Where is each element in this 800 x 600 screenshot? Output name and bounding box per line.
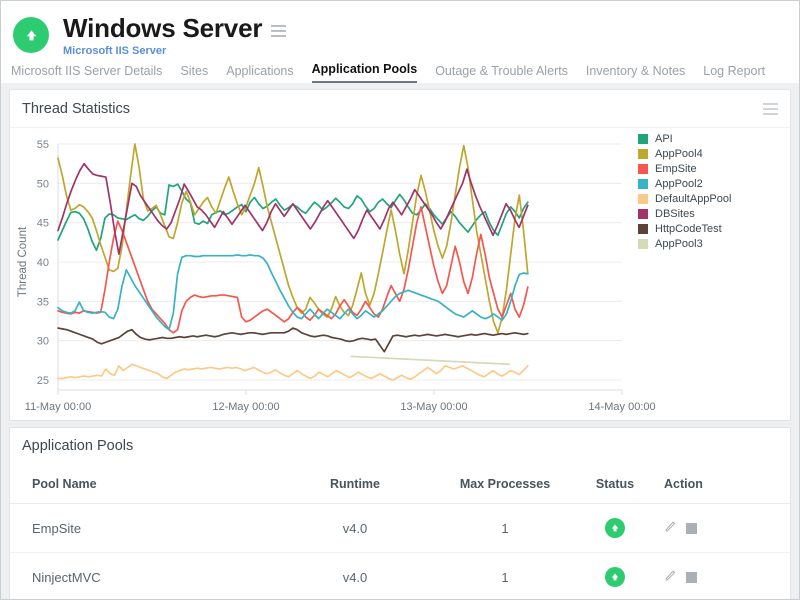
- cell-status: [580, 553, 650, 600]
- pencil-icon[interactable]: [664, 520, 677, 536]
- series-line-apppool4: [58, 144, 528, 333]
- legend-item-dbsites[interactable]: DBSites: [638, 206, 731, 221]
- tab-microsoft-iis-server-details[interactable]: Microsoft IIS Server Details: [11, 64, 162, 83]
- thread-statistics-chart: 25 30 35 40 45 50 55 Thread Count 11-May 00:00 12…: [10, 128, 790, 420]
- chart-legend: API AppPool4 EmpSite AppPool2 DefaultAppPool…: [638, 131, 731, 251]
- panel-title-application-pools: Application Pools: [22, 438, 133, 454]
- legend-label: API: [655, 133, 673, 145]
- app-window: Windows Server Microsoft IIS Server Micr…: [0, 0, 800, 600]
- application-pools-table: Pool Name Runtime Max Processes Status A…: [10, 463, 790, 600]
- legend-item-httpcodetest[interactable]: HttpCodeTest: [638, 221, 731, 236]
- cell-max-processes: 1: [430, 553, 580, 600]
- tab-bar: Microsoft IIS Server Details Sites Appli…: [1, 57, 799, 83]
- stop-square-icon[interactable]: [686, 523, 697, 534]
- cell-runtime: v4.0: [280, 504, 430, 553]
- legend-swatch-icon: [638, 179, 648, 189]
- column-header-runtime[interactable]: Runtime: [280, 463, 430, 504]
- y-axis-tick-label: 40: [37, 257, 49, 269]
- series-line-apppool3: [351, 356, 509, 364]
- column-header-pool-name[interactable]: Pool Name: [10, 463, 280, 504]
- table-row[interactable]: EmpSitev4.01: [10, 504, 790, 553]
- legend-item-apppool3[interactable]: AppPool3: [638, 236, 731, 251]
- x-axis-tick-label: 11-May 00:00: [25, 401, 91, 413]
- legend-label: EmpSite: [655, 163, 697, 175]
- legend-label: HttpCodeTest: [655, 223, 722, 235]
- y-axis-tick-label: 30: [37, 336, 49, 348]
- y-axis-tick-label: 50: [37, 178, 49, 190]
- x-axis-tick-label: 12-May 00:00: [212, 401, 279, 413]
- cell-action: [650, 504, 790, 553]
- cell-max-processes: 1: [430, 504, 580, 553]
- y-axis-tick-label: 35: [37, 296, 49, 308]
- legend-item-defaultapppool[interactable]: DefaultAppPool: [638, 191, 731, 206]
- legend-label: AppPool4: [655, 148, 703, 160]
- hamburger-icon[interactable]: [763, 100, 778, 118]
- series-line-defaultapppool: [58, 364, 528, 380]
- x-axis-tick-label: 14-May 00:00: [588, 401, 655, 413]
- tab-inventory-notes[interactable]: Inventory & Notes: [586, 64, 685, 83]
- column-header-status[interactable]: Status: [580, 463, 650, 504]
- x-axis-tick-label: 13-May 00:00: [400, 401, 467, 413]
- table-row[interactable]: NinjectMVCv4.01: [10, 553, 790, 600]
- thread-statistics-panel: Thread Statistics 25 30 35 40 45 50 55 Thread C…: [9, 89, 791, 421]
- legend-item-apppool2[interactable]: AppPool2: [638, 176, 731, 191]
- cell-runtime: v4.0: [280, 553, 430, 600]
- breadcrumb[interactable]: Microsoft IIS Server: [63, 45, 286, 57]
- legend-label: DBSites: [655, 208, 695, 220]
- tab-applications[interactable]: Applications: [226, 64, 293, 83]
- table-header-row: Pool Name Runtime Max Processes Status A…: [10, 463, 790, 504]
- tab-application-pools[interactable]: Application Pools: [312, 62, 418, 83]
- legend-swatch-icon: [638, 134, 648, 144]
- up-arrow-circle-icon: [610, 523, 620, 533]
- tab-sites[interactable]: Sites: [180, 64, 208, 83]
- legend-item-api[interactable]: API: [638, 131, 731, 146]
- cell-pool-name: EmpSite: [10, 504, 280, 553]
- legend-item-apppool4[interactable]: AppPool4: [638, 146, 731, 161]
- stop-square-icon[interactable]: [686, 572, 697, 583]
- page-title: Windows Server: [63, 15, 262, 42]
- y-axis-tick-label: 45: [37, 218, 49, 230]
- legend-swatch-icon: [638, 209, 648, 219]
- legend-swatch-icon: [638, 224, 648, 234]
- legend-swatch-icon: [638, 239, 648, 249]
- status-badge[interactable]: [605, 518, 625, 538]
- up-arrow-circle-icon: [610, 572, 620, 582]
- y-axis-tick-label: 55: [37, 139, 49, 151]
- hamburger-icon[interactable]: [271, 22, 286, 40]
- legend-item-empsite[interactable]: EmpSite: [638, 161, 731, 176]
- tab-outage-trouble-alerts[interactable]: Outage & Trouble Alerts: [435, 64, 568, 83]
- legend-swatch-icon: [638, 164, 648, 174]
- cell-action: [650, 553, 790, 600]
- up-arrow-circle-icon: [13, 17, 49, 53]
- tab-log-report[interactable]: Log Report: [703, 64, 765, 83]
- y-axis-tick-label: 25: [37, 375, 49, 387]
- y-axis-title: Thread Count: [17, 226, 29, 297]
- cell-status: [580, 504, 650, 553]
- legend-swatch-icon: [638, 194, 648, 204]
- pencil-icon[interactable]: [664, 569, 677, 585]
- page-header: Windows Server Microsoft IIS Server Micr…: [1, 1, 799, 83]
- status-badge[interactable]: [605, 567, 625, 587]
- column-header-action[interactable]: Action: [650, 463, 790, 504]
- legend-swatch-icon: [638, 149, 648, 159]
- series-line-apppool2: [58, 255, 528, 330]
- legend-label: AppPool3: [655, 238, 703, 250]
- cell-pool-name: NinjectMVC: [10, 553, 280, 600]
- application-pools-panel: Application Pools Pool Name Runtime Max …: [9, 427, 791, 600]
- series-line-httpcodetest: [58, 328, 528, 352]
- panel-title-thread-statistics: Thread Statistics: [22, 101, 130, 117]
- legend-label: DefaultAppPool: [655, 193, 731, 205]
- column-header-max-processes[interactable]: Max Processes: [430, 463, 580, 504]
- legend-label: AppPool2: [655, 178, 703, 190]
